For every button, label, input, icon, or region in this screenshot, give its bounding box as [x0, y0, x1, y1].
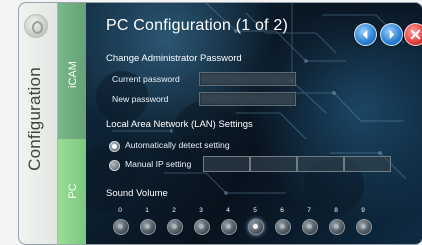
- sound-level-label: 5: [253, 207, 257, 214]
- app-logo-icon: [24, 14, 48, 38]
- sound-volume-option-9[interactable]: [356, 219, 372, 235]
- previous-button[interactable]: [354, 23, 377, 46]
- next-button[interactable]: [380, 23, 403, 46]
- tab-pc[interactable]: PC: [57, 139, 88, 244]
- sound-volume-option-3[interactable]: [194, 219, 210, 235]
- ip-octet-1-input[interactable]: [203, 156, 250, 172]
- tab-pc-label: PC: [67, 183, 79, 199]
- sound-level-label: 8: [334, 207, 338, 214]
- pc-configuration-panel: PC Configuration (1 of 2) Change Adminis…: [86, 3, 422, 244]
- chevron-right-icon: [389, 29, 395, 40]
- current-password-label: Current password: [112, 74, 180, 84]
- sound-volume-option-1[interactable]: [140, 219, 156, 235]
- sound-level-label: 2: [172, 207, 176, 214]
- sound-level-label: 9: [361, 207, 365, 214]
- manual-ip-label: Manual IP setting: [125, 159, 192, 169]
- sound-volume-heading: Sound Volume: [106, 188, 168, 199]
- configuration-window: Configuration iCAM PC PC Configuration (…: [18, 2, 422, 245]
- page-title: PC Configuration (1 of 2): [106, 17, 288, 34]
- close-button[interactable]: [404, 23, 422, 46]
- sound-level-label: 6: [280, 207, 284, 214]
- tab-icam-label: iCAM: [67, 61, 79, 88]
- sidebar: Configuration iCAM PC: [19, 3, 88, 244]
- new-password-label: New password: [112, 94, 169, 104]
- auto-detect-label: Automatically detect setting: [125, 140, 230, 150]
- chevron-left-icon: [362, 29, 368, 40]
- sidebar-title: Configuration: [25, 67, 44, 171]
- sound-level-label: 0: [118, 207, 122, 214]
- sound-volume-option-7[interactable]: [302, 219, 318, 235]
- admin-password-heading: Change Administrator Password: [106, 53, 242, 64]
- tab-icam[interactable]: iCAM: [57, 3, 88, 139]
- close-icon: [410, 29, 421, 40]
- lan-settings-heading: Local Area Network (LAN) Settings: [106, 119, 253, 130]
- ip-octet-3-input[interactable]: [297, 156, 344, 172]
- sound-volume-option-8[interactable]: [329, 219, 345, 235]
- sound-volume-option-6[interactable]: [275, 219, 291, 235]
- auto-detect-radio[interactable]: [109, 141, 120, 152]
- sound-volume-option-0[interactable]: [113, 219, 129, 235]
- sound-level-label: 4: [226, 207, 230, 214]
- sound-level-label: 1: [145, 207, 149, 214]
- sound-level-label: 7: [307, 207, 311, 214]
- sound-volume-option-4[interactable]: [221, 219, 237, 235]
- current-password-input[interactable]: [199, 72, 296, 86]
- sound-volume-option-5[interactable]: [248, 219, 264, 235]
- ip-octet-4-input[interactable]: [344, 156, 391, 172]
- sound-level-label: 3: [199, 207, 203, 214]
- sound-volume-option-2[interactable]: [167, 219, 183, 235]
- new-password-input[interactable]: [199, 92, 296, 106]
- manual-ip-radio[interactable]: [109, 160, 120, 171]
- ip-octet-2-input[interactable]: [250, 156, 297, 172]
